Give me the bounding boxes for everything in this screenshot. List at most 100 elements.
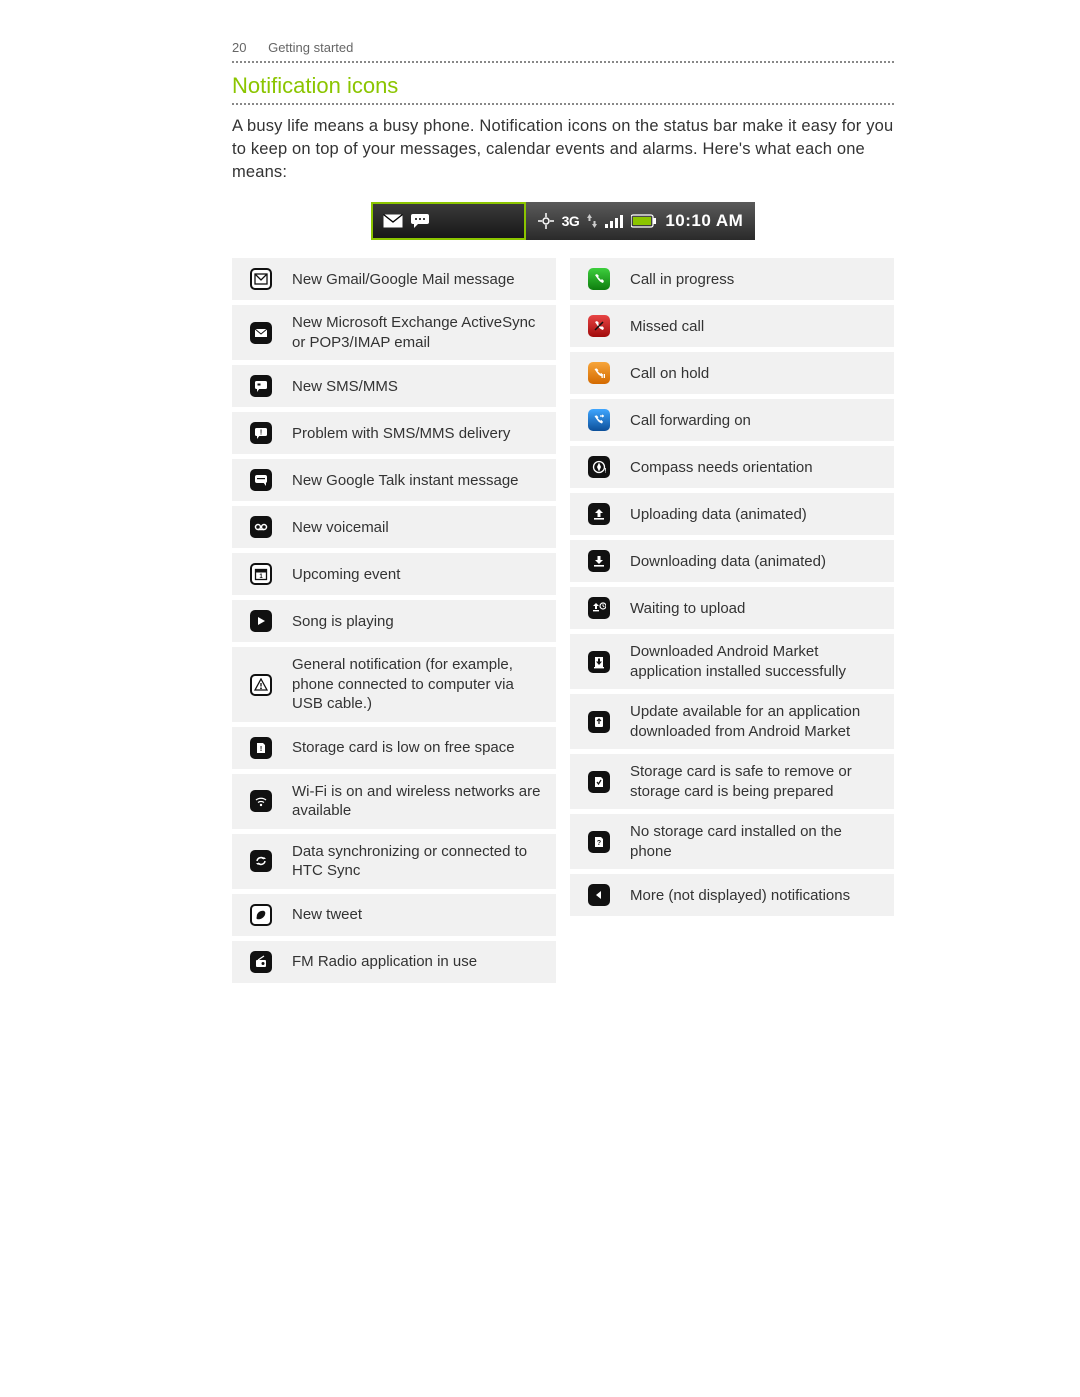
icon-label: New Gmail/Google Mail message [280, 270, 544, 290]
radio-icon [250, 951, 272, 973]
alert-icon [250, 674, 272, 696]
icon-label: Uploading data (animated) [618, 505, 882, 525]
icon-label: Storage card is low on free space [280, 738, 544, 758]
icon-cell [242, 469, 280, 491]
battery-icon [631, 214, 657, 228]
icon-cell [580, 651, 618, 673]
svg-text:!: ! [605, 469, 607, 475]
table-row: Waiting to upload [570, 587, 894, 629]
call-forward-icon [588, 409, 610, 431]
icon-label: Data synchronizing or connected to HTC S… [280, 842, 544, 881]
data-arrows-icon [587, 214, 597, 228]
call-hold-icon [588, 362, 610, 384]
icon-label: Wi-Fi is on and wireless networks are av… [280, 782, 544, 821]
icon-legend-tables: New Gmail/Google Mail message New Microso… [232, 258, 894, 983]
icon-label: No storage card installed on the phone [618, 822, 882, 861]
icon-label: Downloading data (animated) [618, 552, 882, 572]
voicemail-icon [250, 516, 272, 538]
sd-low-icon: ! [250, 737, 272, 759]
icon-label: Downloaded Android Market application in… [618, 642, 882, 681]
icon-cell [242, 904, 280, 926]
table-row: New SMS/MMS [232, 365, 556, 407]
icon-cell [580, 711, 618, 733]
download-icon [588, 550, 610, 572]
icon-cell [580, 771, 618, 793]
document-page: 20 Getting started Notification icons A … [0, 0, 1080, 1043]
icon-label: FM Radio application in use [280, 952, 544, 972]
table-row: Data synchronizing or connected to HTC S… [232, 834, 556, 889]
table-row: New Gmail/Google Mail message [232, 258, 556, 300]
table-row: New voicemail [232, 506, 556, 548]
icon-cell [580, 503, 618, 525]
table-row: ! Storage card is low on free space [232, 727, 556, 769]
icon-label: New SMS/MMS [280, 377, 544, 397]
more-icon [588, 884, 610, 906]
icon-cell: ! [580, 456, 618, 478]
call-icon [588, 268, 610, 290]
status-bar-status-area: 3G 10:10 AM [526, 202, 756, 240]
icon-label: Song is playing [280, 612, 544, 632]
table-row: Downloading data (animated) [570, 540, 894, 582]
table-row: Missed call [570, 305, 894, 347]
table-row: Call forwarding on [570, 399, 894, 441]
icon-label: New Google Talk instant message [280, 471, 544, 491]
table-row: 1 Upcoming event [232, 553, 556, 595]
table-row: New tweet [232, 894, 556, 936]
missed-call-icon [588, 315, 610, 337]
icon-label: New voicemail [280, 518, 544, 538]
icon-cell [242, 951, 280, 973]
icon-cell [580, 268, 618, 290]
calendar-icon: 1 [250, 563, 272, 585]
icon-label: Call forwarding on [618, 411, 882, 431]
icon-cell [242, 516, 280, 538]
svg-text:!: ! [260, 746, 262, 753]
icon-label: Waiting to upload [618, 599, 882, 619]
icon-cell [580, 409, 618, 431]
icon-cell [242, 850, 280, 872]
icon-label: Problem with SMS/MMS delivery [280, 424, 544, 444]
section-name: Getting started [268, 40, 353, 55]
icon-cell [242, 268, 280, 290]
table-row: General notification (for example, phone… [232, 647, 556, 722]
compass-icon: ! [588, 456, 610, 478]
table-row: Song is playing [232, 600, 556, 642]
update-icon [588, 711, 610, 733]
right-icon-column: Call in progress Missed call Call on hold C… [570, 258, 894, 916]
table-row: ! Problem with SMS/MMS delivery [232, 412, 556, 454]
table-row: ?No storage card installed on the phone [570, 814, 894, 869]
sms-icon [250, 375, 272, 397]
icon-label: Missed call [618, 317, 882, 337]
icon-cell [242, 790, 280, 812]
icon-cell [242, 322, 280, 344]
table-row: Downloaded Android Market application in… [570, 634, 894, 689]
intro-paragraph: A busy life means a busy phone. Notifica… [232, 115, 894, 184]
icon-label: Call in progress [618, 270, 882, 290]
sms-icon [411, 214, 429, 228]
status-bar-time: 10:10 AM [665, 211, 743, 231]
table-row: Storage card is safe to remove or storag… [570, 754, 894, 809]
page-number: 20 [232, 40, 246, 55]
icon-label: Storage card is safe to remove or storag… [618, 762, 882, 801]
icon-cell [242, 375, 280, 397]
icon-cell [580, 362, 618, 384]
icon-label: Compass needs orientation [618, 458, 882, 478]
icon-cell: ! [242, 737, 280, 759]
mail-icon [383, 214, 403, 228]
icon-label: Call on hold [618, 364, 882, 384]
section-heading: Notification icons [232, 73, 894, 105]
mail-icon [250, 322, 272, 344]
icon-label: Update available for an application down… [618, 702, 882, 741]
page-header: 20 Getting started [232, 40, 894, 63]
signal-icon [605, 214, 623, 228]
table-row: New Google Talk instant message [232, 459, 556, 501]
icon-label: General notification (for example, phone… [280, 655, 544, 714]
tweet-icon [250, 904, 272, 926]
table-row: New Microsoft Exchange ActiveSync or POP… [232, 305, 556, 360]
icon-label: New Microsoft Exchange ActiveSync or POP… [280, 313, 544, 352]
left-icon-column: New Gmail/Google Mail message New Microso… [232, 258, 556, 983]
icon-label: Upcoming event [280, 565, 544, 585]
icon-cell [242, 674, 280, 696]
upload-icon [588, 503, 610, 525]
sms-problem-icon: ! [250, 422, 272, 444]
icon-cell: ! [242, 422, 280, 444]
